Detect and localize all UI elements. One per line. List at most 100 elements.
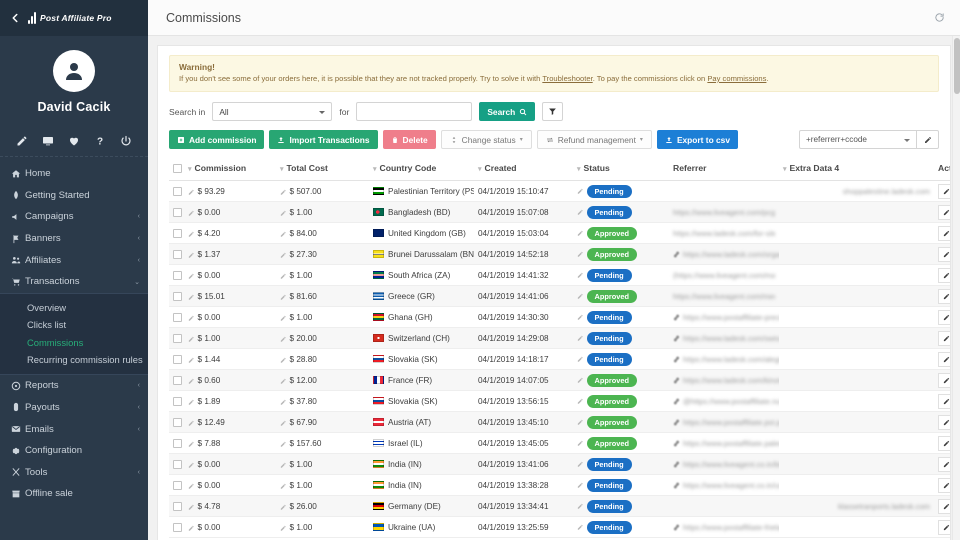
- sidebar-subitem-recurring-commission-rules[interactable]: Recurring commission rules: [0, 351, 148, 368]
- scrollbar-thumb[interactable]: [954, 38, 960, 94]
- sidebar-item-emails[interactable]: Emails ‹: [0, 418, 148, 440]
- sidebar-item-affiliates[interactable]: Affiliates ‹: [0, 249, 148, 271]
- row-edit-button[interactable]: [938, 436, 951, 451]
- row-edit-button[interactable]: [938, 247, 951, 262]
- chevron-left-icon[interactable]: [8, 11, 22, 25]
- row-checkbox[interactable]: [173, 292, 182, 301]
- row-checkbox[interactable]: [173, 187, 182, 196]
- inline-edit-icon[interactable]: [577, 419, 584, 426]
- row-checkbox[interactable]: [173, 502, 182, 511]
- inline-edit-icon[interactable]: [577, 356, 584, 363]
- filter-button[interactable]: [542, 102, 563, 121]
- sidebar-item-payouts[interactable]: Payouts ‹: [0, 397, 148, 419]
- inline-edit-icon[interactable]: [280, 336, 287, 343]
- inline-edit-icon[interactable]: [577, 314, 584, 321]
- row-edit-button[interactable]: [938, 268, 951, 283]
- inline-edit-icon[interactable]: [188, 210, 195, 217]
- inline-edit-icon[interactable]: [577, 272, 584, 279]
- row-edit-button[interactable]: [938, 373, 951, 388]
- inline-edit-icon[interactable]: [188, 252, 195, 259]
- table-row[interactable]: $ 0.00$ 1.00India (IN)04/1/2019 13:38:28…: [169, 475, 951, 496]
- inline-edit-icon[interactable]: [280, 357, 287, 364]
- inline-edit-icon[interactable]: [188, 462, 195, 469]
- inline-edit-icon[interactable]: [188, 315, 195, 322]
- row-edit-button[interactable]: [938, 499, 951, 514]
- brand-logo[interactable]: Post Affiliate Pro: [28, 12, 112, 24]
- edit-view-button[interactable]: [917, 130, 939, 149]
- table-row[interactable]: $ 0.00$ 1.00South Africa (ZA)04/1/2019 1…: [169, 265, 951, 286]
- row-checkbox[interactable]: [173, 334, 182, 343]
- col-header-referrer[interactable]: Referrer: [669, 159, 779, 181]
- view-select[interactable]: +referrerr+ccode: [799, 130, 917, 149]
- inline-edit-icon[interactable]: [577, 377, 584, 384]
- inline-edit-icon[interactable]: [280, 294, 287, 301]
- inline-edit-icon[interactable]: [280, 504, 287, 511]
- inline-edit-icon[interactable]: [280, 273, 287, 280]
- inline-edit-icon[interactable]: [188, 294, 195, 301]
- row-edit-button[interactable]: [938, 352, 951, 367]
- row-checkbox[interactable]: [173, 481, 182, 490]
- table-row[interactable]: $ 1.00$ 20.00Switzerland (CH)04/1/2019 1…: [169, 328, 951, 349]
- search-input[interactable]: [356, 102, 472, 121]
- refund-management-button[interactable]: Refund management ▾: [537, 130, 652, 149]
- inline-edit-icon[interactable]: [188, 336, 195, 343]
- inline-edit-icon[interactable]: [188, 399, 195, 406]
- table-row[interactable]: $ 0.00$ 1.00Ghana (GH)04/1/2019 14:30:30…: [169, 307, 951, 328]
- table-row[interactable]: $ 4.78$ 26.00Germany (DE)04/1/2019 13:34…: [169, 496, 951, 517]
- col-header-country-code[interactable]: ▾Country Code: [369, 159, 474, 181]
- delete-button[interactable]: Delete: [383, 130, 436, 149]
- col-header-status[interactable]: ▾Status: [573, 159, 669, 181]
- inline-edit-icon[interactable]: [188, 420, 195, 427]
- table-row[interactable]: $ 7.88$ 157.60Israel (IL)04/1/2019 13:45…: [169, 433, 951, 454]
- sidebar-item-getting-started[interactable]: Getting Started: [0, 185, 148, 207]
- table-row[interactable]: $ 0.60$ 12.00France (FR)04/1/2019 14:07:…: [169, 370, 951, 391]
- inline-edit-icon[interactable]: [577, 293, 584, 300]
- sidebar-item-reports[interactable]: Reports ‹: [0, 375, 148, 397]
- inline-edit-icon[interactable]: [577, 482, 584, 489]
- row-edit-button[interactable]: [938, 394, 951, 409]
- row-checkbox[interactable]: [173, 418, 182, 427]
- row-edit-button[interactable]: [938, 310, 951, 325]
- inline-edit-icon[interactable]: [577, 209, 584, 216]
- inline-edit-icon[interactable]: [280, 378, 287, 385]
- sidebar-item-transactions[interactable]: Transactions ⌄: [0, 271, 148, 293]
- sidebar-item-offline-sale[interactable]: Offline sale: [0, 483, 148, 505]
- question-icon[interactable]: ?: [94, 134, 107, 147]
- inline-edit-icon[interactable]: [280, 231, 287, 238]
- inline-edit-icon[interactable]: [188, 441, 195, 448]
- sidebar-subitem-commissions[interactable]: Commissions: [0, 333, 148, 350]
- inline-edit-icon[interactable]: [577, 335, 584, 342]
- row-checkbox[interactable]: [173, 397, 182, 406]
- row-checkbox[interactable]: [173, 208, 182, 217]
- inline-edit-icon[interactable]: [577, 398, 584, 405]
- pay-commissions-link[interactable]: Pay commissions: [707, 74, 766, 83]
- inline-edit-icon[interactable]: [188, 378, 195, 385]
- sidebar-item-tools[interactable]: Tools ‹: [0, 461, 148, 483]
- row-edit-button[interactable]: [938, 478, 951, 493]
- inline-edit-icon[interactable]: [577, 503, 584, 510]
- col-header-total-cost[interactable]: ▾Total Cost: [276, 159, 369, 181]
- inline-edit-icon[interactable]: [280, 462, 287, 469]
- inline-edit-icon[interactable]: [577, 461, 584, 468]
- vertical-scrollbar[interactable]: [952, 36, 960, 540]
- row-checkbox[interactable]: [173, 460, 182, 469]
- table-row[interactable]: $ 1.44$ 28.80Slovakia (SK)04/1/2019 14:1…: [169, 349, 951, 370]
- inline-edit-icon[interactable]: [577, 251, 584, 258]
- sidebar-subitem-overview[interactable]: Overview: [0, 299, 148, 316]
- row-edit-button[interactable]: [938, 520, 951, 535]
- col-header-created[interactable]: ▾Created: [474, 159, 573, 181]
- inline-edit-icon[interactable]: [280, 483, 287, 490]
- inline-edit-icon[interactable]: [188, 525, 195, 532]
- import-transactions-button[interactable]: Import Transactions: [269, 130, 377, 149]
- search-scope-select[interactable]: All: [212, 102, 332, 121]
- select-all-checkbox[interactable]: [173, 164, 182, 173]
- sidebar-subitem-clicks-list[interactable]: Clicks list: [0, 316, 148, 333]
- sidebar-item-configuration[interactable]: Configuration: [0, 440, 148, 462]
- inline-edit-icon[interactable]: [280, 420, 287, 427]
- table-row[interactable]: $ 0.00$ 1.00Ukraine (UA)04/1/2019 13:25:…: [169, 517, 951, 538]
- table-row[interactable]: $ 15.01$ 81.60Greece (GR)04/1/2019 14:41…: [169, 286, 951, 307]
- power-icon[interactable]: [120, 134, 133, 147]
- table-row[interactable]: $ 12.49$ 67.90Austria (AT)04/1/2019 13:4…: [169, 412, 951, 433]
- row-checkbox[interactable]: [173, 523, 182, 532]
- refresh-icon[interactable]: [932, 11, 946, 25]
